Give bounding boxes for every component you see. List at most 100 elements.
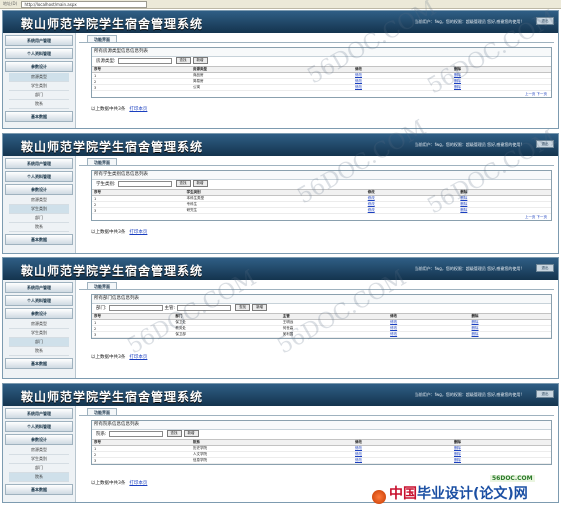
list-title: 所有房源类型信息信息列表	[92, 48, 551, 57]
sidebar: 系统用户管理 个人资料管理 参数设计 房源类型 学生类别 部门 院系基本数据	[3, 280, 76, 378]
sidebar-group[interactable]: 基本数据	[5, 111, 73, 122]
user-info: 当前用户：fwg，您的权限：超级管理员 您好,感谢您的使用!	[414, 266, 522, 271]
record-count: 以上数据中共3条	[91, 230, 126, 235]
edit-link[interactable]: 修改	[353, 457, 452, 464]
sidebar-item[interactable]: 部门	[9, 464, 69, 473]
sidebar-group[interactable]: 基本数据	[5, 358, 73, 369]
sidebar-item[interactable]: 部门	[9, 91, 69, 100]
sidebar-group[interactable]: 参数设计	[5, 184, 73, 195]
sidebar-item[interactable]: 学生类别	[9, 205, 69, 214]
list-panel: 所有部门信息信息列表 部门: 主管: 查找 新增 序号 部门 主管 修改 删除 1 保卫处 王明远 修改删…	[91, 294, 552, 339]
sidebar-group[interactable]: 系统用户管理	[5, 158, 73, 169]
pager[interactable]: 上一页 下一页	[92, 214, 551, 220]
sidebar-group[interactable]: 参数设计	[5, 61, 73, 72]
edit-link[interactable]: 修改	[353, 84, 452, 91]
brand-prefix: 中国	[389, 486, 417, 502]
delete-link[interactable]: 删除	[452, 84, 551, 91]
sidebar-group[interactable]: 个人资料管理	[5, 171, 73, 182]
sidebar-item[interactable]: 学生类别	[9, 329, 69, 338]
table-cell: 保卫部	[173, 331, 281, 338]
table-cell: 3	[92, 331, 174, 338]
list-footer: 以上数据中共3条 打印本页	[91, 480, 147, 486]
search-input[interactable]	[108, 304, 163, 311]
exit-button[interactable]: 退出	[536, 264, 554, 272]
sidebar-group[interactable]: 个人资料管理	[5, 421, 73, 432]
app-screenshot-1: 鞍山师范学院学生宿舍管理系统 当前用户：fwg，您的权限：超级管理员 您好,感谢您…	[2, 10, 559, 129]
exit-button[interactable]: 退出	[536, 17, 554, 25]
sidebar-item[interactable]: 院系	[9, 100, 69, 109]
sidebar-item[interactable]: 院系	[9, 347, 69, 356]
sidebar-item[interactable]: 部门	[9, 338, 69, 347]
print-link[interactable]: 打印本页	[129, 107, 147, 112]
table-cell: 3	[92, 84, 191, 91]
search-input[interactable]	[177, 304, 232, 311]
table-row: 3 信息学院 修改 删除	[92, 457, 551, 464]
sidebar-group[interactable]: 系统用户管理	[5, 282, 73, 293]
table-row: 3 保卫部 吴利国 修改 删除	[92, 331, 551, 338]
pager[interactable]: 上一页 下一页	[92, 91, 551, 97]
search-label: 部门:	[96, 306, 107, 311]
sidebar: 系统用户管理 个人资料管理 参数设计 房源类型 学生类别 部门 院系基本数据	[3, 33, 76, 128]
sidebar-group[interactable]: 参数设计	[5, 308, 73, 319]
sidebar-group[interactable]: 基本数据	[5, 484, 73, 495]
sidebar-item[interactable]: 院系	[9, 473, 69, 482]
print-link[interactable]: 打印本页	[129, 230, 147, 235]
edit-link[interactable]: 修改	[365, 207, 459, 214]
app-title: 鞍山师范学院学生宿舍管理系统	[21, 140, 204, 154]
brand-name: 毕业设计(论文)网	[417, 486, 528, 502]
delete-link[interactable]: 删除	[452, 457, 551, 464]
sidebar-group[interactable]: 系统用户管理	[5, 408, 73, 419]
address-input[interactable]: http://localhost/main.aspx	[21, 0, 148, 8]
app-header: 鞍山师范学院学生宿舍管理系统 当前用户：fwg，您的权限：超级管理员 您好,感谢您…	[3, 258, 558, 280]
sidebar-group[interactable]: 个人资料管理	[5, 295, 73, 306]
sidebar-item[interactable]: 房源类型	[9, 73, 69, 82]
table-cell: 公寓	[191, 84, 353, 91]
print-link[interactable]: 打印本页	[129, 481, 147, 486]
exit-button[interactable]: 退出	[536, 140, 554, 148]
search-input[interactable]	[108, 430, 163, 437]
search-button[interactable]: 查找	[235, 304, 251, 311]
app-header: 鞍山师范学院学生宿舍管理系统 当前用户：fwg，您的权限：超级管理员 您好,感谢您…	[3, 134, 558, 156]
sidebar-group[interactable]: 系统用户管理	[5, 35, 73, 46]
brand-site: 56DOC.COM	[490, 475, 535, 482]
search-row: 部门: 主管: 查找 新增	[92, 304, 551, 313]
add-button[interactable]: 新增	[252, 304, 268, 311]
sidebar-item[interactable]: 学生类别	[9, 455, 69, 464]
sidebar-item[interactable]: 院系	[9, 223, 69, 232]
sidebar-item[interactable]: 部门	[9, 214, 69, 223]
sidebar-group[interactable]: 基本数据	[5, 234, 73, 245]
record-count: 以上数据中共3条	[91, 107, 126, 112]
search-label: 院系:	[96, 432, 107, 437]
sidebar-item[interactable]: 房源类型	[9, 446, 69, 455]
table-row: 3 公寓 修改 删除	[92, 84, 551, 91]
delete-link[interactable]: 删除	[469, 331, 551, 338]
sidebar-item[interactable]: 学生类别	[9, 82, 69, 91]
sidebar-group[interactable]: 参数设计	[5, 434, 73, 445]
search-label: 房源类型:	[96, 59, 116, 64]
edit-link[interactable]: 修改	[388, 331, 470, 338]
sidebar-item[interactable]: 房源类型	[9, 320, 69, 329]
add-button[interactable]: 新增	[192, 57, 208, 64]
exit-button[interactable]: 退出	[536, 390, 554, 398]
table-cell: 3	[92, 457, 191, 464]
tab-divider	[79, 289, 554, 290]
tab-divider	[79, 415, 554, 416]
search-input[interactable]	[117, 57, 172, 64]
record-count: 以上数据中共3条	[91, 355, 126, 360]
tab-divider	[79, 42, 554, 43]
sidebar-item[interactable]: 房源类型	[9, 196, 69, 205]
user-info: 当前用户：fwg，您的权限：超级管理员 您好,感谢您的使用!	[414, 142, 522, 147]
search-input[interactable]	[117, 180, 172, 187]
print-link[interactable]: 打印本页	[129, 355, 147, 360]
search-button[interactable]: 查找	[166, 430, 182, 437]
main-content: 功能界面 所有学生类别信息信息列表 学生类别: 查找 新增 序号 学生类别 修改 删除 1 本科生类…	[79, 156, 554, 253]
add-button[interactable]: 新增	[183, 430, 199, 437]
address-bar: 地址(D) http://localhost/main.aspx	[0, 0, 561, 9]
delete-link[interactable]: 删除	[458, 207, 551, 214]
app-screenshot-2: 鞍山师范学院学生宿舍管理系统 当前用户：fwg，您的权限：超级管理员 您好,感谢您…	[2, 133, 559, 254]
sidebar-group[interactable]: 个人资料管理	[5, 48, 73, 59]
list-footer: 以上数据中共3条 打印本页	[91, 354, 147, 360]
search-button[interactable]: 查找	[175, 57, 191, 64]
search-button[interactable]: 查找	[175, 180, 191, 187]
add-button[interactable]: 新增	[192, 180, 208, 187]
